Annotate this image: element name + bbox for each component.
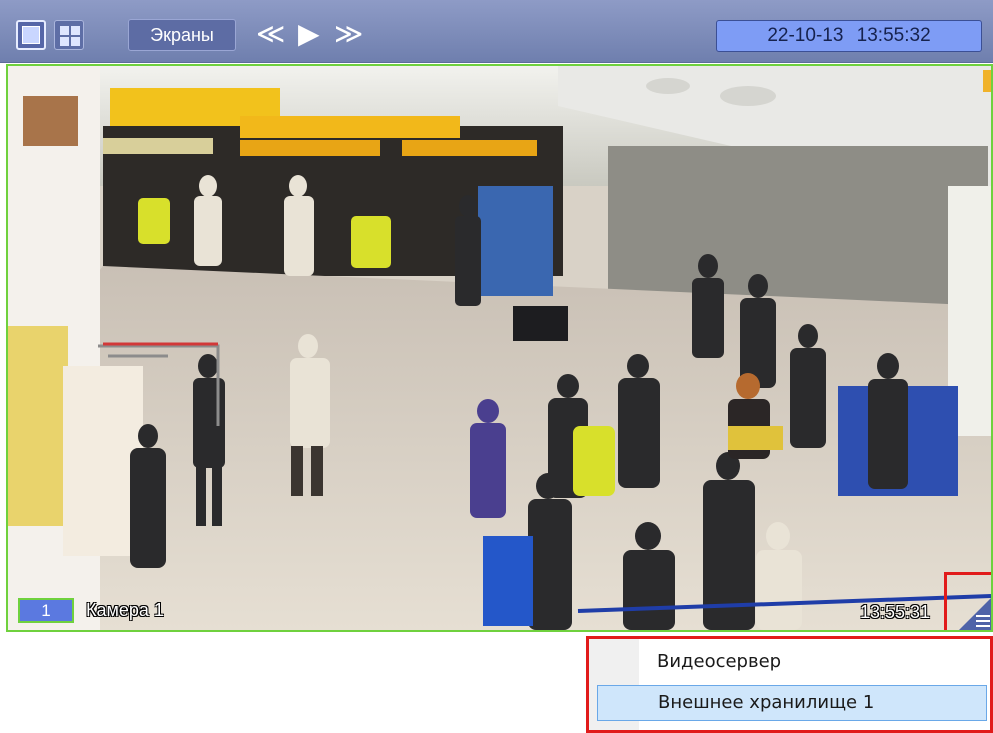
camera-video-view[interactable]: 1 Камера 1 13:55:31: [6, 64, 993, 632]
menu-icon: [976, 612, 990, 627]
camera-frame-image: [8, 66, 991, 630]
fast-forward-icon[interactable]: ≫: [334, 15, 363, 53]
camera-time-label: 13:55:31: [860, 602, 931, 622]
camera-name-label: Камера 1: [86, 600, 164, 620]
grid-view-icon[interactable]: [54, 20, 84, 50]
play-icon[interactable]: ▶: [298, 15, 320, 53]
rewind-icon[interactable]: ≪: [256, 15, 285, 53]
camera-menu-button[interactable]: [944, 572, 991, 630]
archive-context-menu: Видеосервер Внешнее хранилище 1: [586, 636, 993, 733]
toolbar: Экраны ≪ ▶ ≫ 22-10-13 13:55:32: [0, 0, 993, 63]
camera-number-badge: 1: [18, 598, 74, 623]
screens-button[interactable]: Экраны: [128, 19, 236, 51]
menu-item-videoserver[interactable]: Видеосервер: [597, 645, 987, 681]
single-view-icon[interactable]: [16, 20, 46, 50]
datetime-display: 22-10-13 13:55:32: [716, 20, 982, 52]
menu-item-external-storage[interactable]: Внешнее хранилище 1: [597, 685, 987, 721]
